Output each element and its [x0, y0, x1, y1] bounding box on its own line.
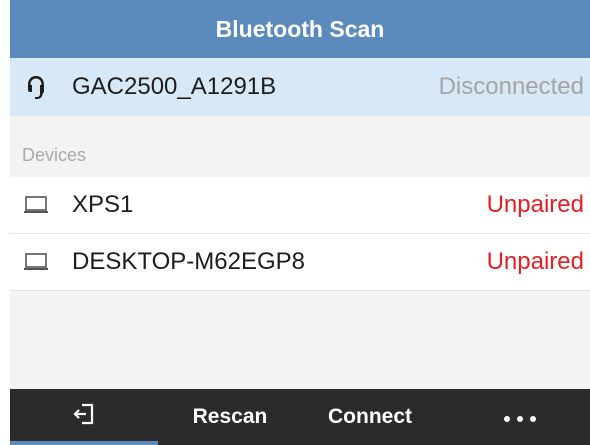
bottom-toolbar: Rescan Connect [10, 389, 590, 445]
laptop-icon [22, 191, 50, 219]
laptop-icon [22, 248, 50, 276]
more-dots-icon [502, 405, 538, 429]
more-button[interactable] [480, 389, 560, 445]
page-title: Bluetooth Scan [215, 15, 385, 42]
device-row-desktop[interactable]: DESKTOP-M62EGP8 Unpaired [10, 234, 590, 291]
device-row-xps1[interactable]: XPS1 Unpaired [10, 177, 590, 234]
back-button[interactable] [10, 389, 158, 445]
connect-button[interactable]: Connect [300, 389, 440, 445]
device-status: Unpaired [486, 248, 584, 275]
connected-device-name: GAC2500_A1291B [72, 73, 277, 100]
devices-section-label: Devices [22, 145, 87, 165]
exit-icon [72, 402, 96, 432]
connected-device-row[interactable]: GAC2500_A1291B Disconnected [10, 58, 590, 116]
headset-icon [22, 73, 50, 101]
active-tab-indicator [10, 441, 158, 445]
connected-device-status: Disconnected [438, 73, 584, 100]
device-name: DESKTOP-M62EGP8 [72, 248, 305, 275]
device-status: Unpaired [486, 191, 584, 218]
device-name: XPS1 [72, 191, 134, 218]
rescan-button[interactable]: Rescan [170, 389, 290, 445]
title-bar: Bluetooth Scan [10, 0, 590, 58]
